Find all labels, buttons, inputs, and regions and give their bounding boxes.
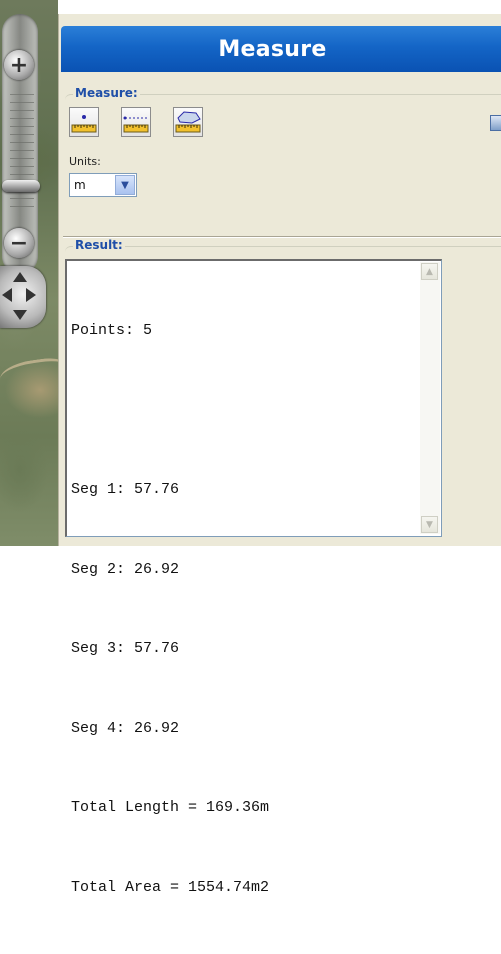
result-line-total-area: Total Area = 1554.74m2 xyxy=(71,878,270,896)
result-line-seg4: Seg 4: 26.92 xyxy=(71,719,180,737)
pan-control xyxy=(0,266,46,328)
pan-right-icon[interactable] xyxy=(26,288,36,302)
result-line-points: Points: 5 xyxy=(71,322,153,339)
scroll-up-icon[interactable]: ▲ xyxy=(421,263,438,280)
result-line-seg2: Seg 2: 26.92 xyxy=(71,560,180,578)
map-view[interactable]: + − xyxy=(0,0,72,546)
result-text: Points: 5 Seg 1: 57.76 Seg 2: 26.92 Seg … xyxy=(71,265,269,954)
divider xyxy=(63,236,501,238)
measure-area-button[interactable] xyxy=(173,107,203,137)
result-scrollbar[interactable]: ▲ ▼ xyxy=(420,262,440,534)
units-label: Units: xyxy=(69,155,101,168)
zoom-out-button[interactable]: − xyxy=(4,228,34,258)
pan-up-icon[interactable] xyxy=(13,272,27,282)
units-select[interactable]: m ▼ xyxy=(69,173,137,197)
units-select-value: m xyxy=(74,178,86,192)
measure-group: Measure: Units: m ▼ xyxy=(65,86,501,219)
scroll-down-icon[interactable]: ▼ xyxy=(421,516,438,533)
ruler-area-icon xyxy=(175,111,201,133)
ruler-point-icon xyxy=(71,115,97,133)
measure-panel: Measure Measure: Units: m ▼ Result: Poin… xyxy=(58,14,501,896)
help-icon[interactable] xyxy=(490,115,501,131)
panel-title: Measure xyxy=(218,36,327,62)
result-textarea[interactable]: Points: 5 Seg 1: 57.76 Seg 2: 26.92 Seg … xyxy=(65,259,442,896)
result-line-blank xyxy=(71,398,269,425)
result-line-seg3: Seg 3: 57.76 xyxy=(71,640,180,657)
ruler-line-icon xyxy=(123,116,149,133)
zoom-in-button[interactable]: + xyxy=(4,50,34,80)
measure-group-label: Measure: xyxy=(73,86,140,100)
pan-left-icon[interactable] xyxy=(2,288,12,302)
measure-point-button[interactable] xyxy=(69,107,99,137)
result-line-seg1: Seg 1: 57.76 xyxy=(71,481,180,498)
zoom-slider-handle[interactable] xyxy=(2,180,40,192)
zoom-ticks xyxy=(10,94,34,214)
result-line-total-length: Total Length = 169.36m xyxy=(71,799,270,816)
result-group-label: Result: xyxy=(73,238,125,252)
chevron-down-icon[interactable]: ▼ xyxy=(115,175,135,195)
measure-line-button[interactable] xyxy=(121,107,151,137)
result-group: Result: Points: 5 Seg 1: 57.76 Seg 2: 26… xyxy=(65,238,501,896)
panel-header: Measure xyxy=(61,26,501,72)
pan-down-icon[interactable] xyxy=(13,310,27,320)
